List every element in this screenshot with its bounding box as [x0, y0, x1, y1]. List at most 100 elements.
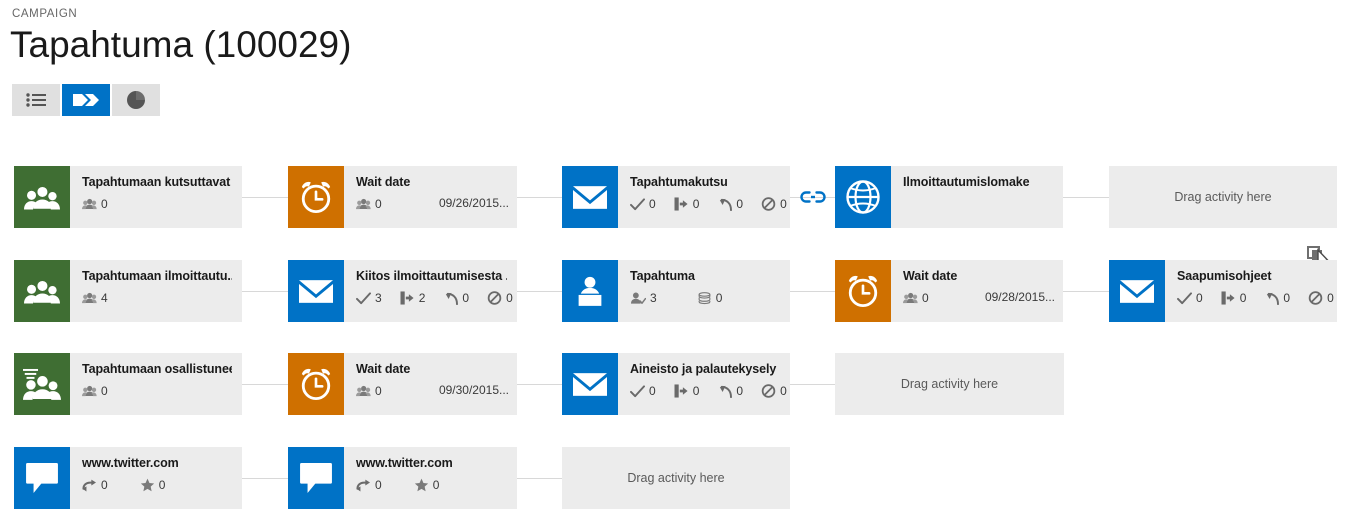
stat-value: 0 — [649, 197, 656, 211]
breadcrumb: CAMPAIGN — [12, 8, 78, 20]
card-tapahtumakutsu[interactable]: Tapahtumakutsu 0 0 0 0 — [562, 166, 790, 228]
card-kiitos-ilmoittautumisesta[interactable]: Kiitos ilmoittautumisesta ... 3 2 0 0 — [288, 260, 517, 322]
card-stats: 0 — [82, 382, 126, 400]
pie-chart-icon — [126, 90, 146, 110]
blocked-icon — [487, 291, 502, 305]
check-icon — [630, 384, 645, 398]
stat-bounce: 0 — [1264, 291, 1290, 305]
stat-people: 0 — [82, 384, 108, 398]
card-title: Wait date — [356, 175, 411, 189]
card-body: Tapahtumakutsu 0 0 0 0 — [618, 166, 790, 228]
stat-value: 0 — [1196, 291, 1203, 305]
card-body: www.twitter.com 0 0 — [70, 447, 242, 509]
retweet-icon — [356, 479, 371, 492]
drag-activity-placeholder[interactable]: Drag activity here — [1109, 166, 1337, 228]
email-icon — [1109, 260, 1165, 322]
card-twitter-1[interactable]: www.twitter.com 0 0 — [14, 447, 242, 509]
card-date: 09/30/2015... — [438, 383, 509, 397]
bounce-icon — [717, 385, 733, 398]
card-stats: 00 — [82, 476, 183, 494]
stat-value: 0 — [649, 384, 656, 398]
card-wait-date-1[interactable]: Wait date 0 09/26/2015... — [288, 166, 517, 228]
people-icon — [903, 292, 918, 304]
card-title: Aineisto ja palautekysely — [630, 362, 777, 376]
card-title: Kiitos ilmoittautumisesta ... — [356, 269, 507, 283]
stat-check: 0 — [1177, 291, 1203, 305]
click-through-icon — [674, 384, 689, 398]
check-icon — [356, 291, 371, 305]
list-icon — [25, 92, 47, 108]
card-tapahtuma[interactable]: Tapahtuma 3 0 — [562, 260, 790, 322]
card-tapahtumaan-kutsuttavat[interactable]: Tapahtumaan kutsuttavat 0 — [14, 166, 242, 228]
check-icon — [1177, 291, 1192, 305]
stat-value: 0 — [101, 478, 108, 492]
card-tapahtumaan-osallistuneet[interactable]: Tapahtumaan osallistuneet 0 — [14, 353, 242, 415]
stat-value: 0 — [692, 197, 700, 211]
card-twitter-2[interactable]: www.twitter.com 0 0 — [288, 447, 517, 509]
stat-click-through: 0 — [674, 384, 699, 398]
card-body: Wait date 0 09/28/2015... — [891, 260, 1063, 322]
card-stats: 0 — [356, 382, 400, 400]
card-body: Tapahtumaan ilmoittautu... 4 — [70, 260, 242, 322]
row-4: www.twitter.com 0 0 www.twitter.com 0 0 Drag a… — [0, 447, 1347, 509]
stat-star: 0 — [140, 478, 165, 492]
view-button-chart[interactable] — [112, 84, 160, 116]
stat-bounce: 0 — [443, 291, 469, 305]
stat-bounce: 0 — [717, 384, 743, 398]
page-header: CAMPAIGN Tapahtuma (100029) — [0, 0, 1347, 78]
card-stats: 0 — [903, 289, 947, 307]
globe-icon — [835, 166, 891, 228]
stat-people: 0 — [82, 197, 108, 211]
alarm-clock-icon — [288, 166, 344, 228]
star-icon — [414, 478, 429, 492]
row-2: Tapahtumaan ilmoittautu... 4 Kiitos ilmoit… — [0, 260, 1347, 322]
stat-click-through: 2 — [400, 291, 425, 305]
drag-activity-placeholder[interactable]: Drag activity here — [562, 447, 790, 509]
email-icon — [288, 260, 344, 322]
row-3: Tapahtumaan osallistuneet 0 Wait date 0 09/3… — [0, 353, 1347, 415]
stat-click-through: 0 — [674, 197, 700, 211]
stat-click-through: 0 — [1221, 291, 1247, 305]
person-check-icon — [630, 292, 646, 304]
connector-line — [517, 384, 562, 385]
card-stats: 0 0 0 0 — [630, 195, 805, 213]
connector-line — [517, 197, 562, 198]
chain-link-icon[interactable] — [799, 188, 826, 211]
card-aineisto-ja-palautekysely[interactable]: Aineisto ja palautekysely 0 0 0 0 — [562, 353, 790, 415]
stat-value: 0 — [736, 384, 744, 398]
stat-blocked: 0 — [761, 197, 787, 211]
card-stats: 30 — [630, 289, 740, 307]
stat-people: 0 — [903, 291, 929, 305]
stat-blocked: 0 — [1308, 291, 1334, 305]
stat-retweet: 0 — [82, 478, 108, 492]
view-button-flow[interactable] — [62, 84, 110, 116]
drag-activity-placeholder[interactable]: Drag activity here — [835, 353, 1064, 415]
card-body: www.twitter.com 0 0 — [344, 447, 517, 509]
stat-value: 0 — [1239, 291, 1247, 305]
card-title: Tapahtumaan osallistuneet — [82, 362, 232, 376]
card-wait-date-2[interactable]: Wait date 0 09/28/2015... — [835, 260, 1063, 322]
stat-value: 3 — [375, 291, 382, 305]
stat-check: 3 — [356, 291, 382, 305]
stat-person-check: 3 — [630, 291, 657, 305]
card-body: Wait date 0 09/30/2015... — [344, 353, 517, 415]
retweet-icon — [82, 479, 97, 492]
card-ilmoittautumislomake[interactable]: Ilmoittautumislomake — [835, 166, 1063, 228]
card-body: Kiitos ilmoittautumisesta ... 3 2 0 0 — [344, 260, 517, 322]
card-title: Wait date — [356, 362, 411, 376]
card-wait-date-3[interactable]: Wait date 0 09/30/2015... — [288, 353, 517, 415]
card-date: 09/26/2015... — [438, 196, 509, 210]
people-icon — [82, 198, 97, 210]
bounce-icon — [1264, 292, 1280, 305]
card-stats: 0 — [356, 195, 400, 213]
alarm-clock-icon — [835, 260, 891, 322]
card-saapumisohjeet[interactable]: Saapumisohjeet 0 0 0 0 — [1109, 260, 1337, 322]
view-button-list[interactable] — [12, 84, 60, 116]
card-tapahtumaan-ilmoittautu[interactable]: Tapahtumaan ilmoittautu... 4 — [14, 260, 242, 322]
stat-retweet: 0 — [356, 478, 382, 492]
click-through-icon — [1221, 291, 1236, 305]
stat-value: 0 — [736, 197, 744, 211]
stat-value: 0 — [780, 197, 787, 211]
campaign-flow-page: CAMPAIGN Tapahtuma (100029) Tapahtumaan … — [0, 0, 1347, 518]
connector-line — [242, 291, 288, 292]
